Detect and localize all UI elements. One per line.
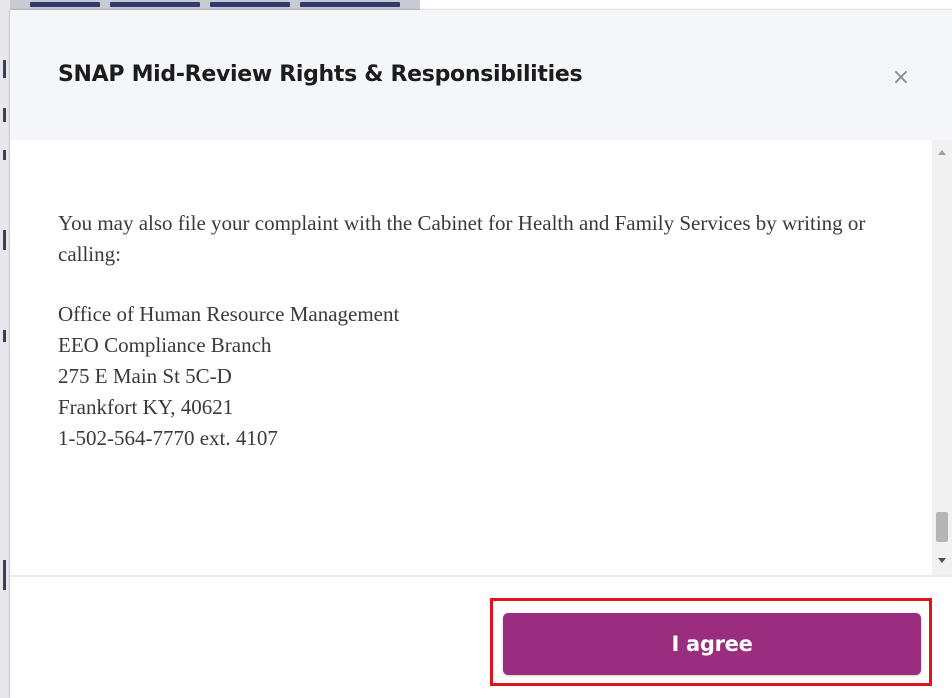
backdrop-page-header <box>0 0 420 10</box>
address-branch: EEO Compliance Branch <box>58 333 272 357</box>
backdrop-decoration <box>3 108 6 122</box>
address-office: Office of Human Resource Management <box>58 302 400 326</box>
modal-footer: I agree <box>10 577 952 698</box>
address-block: Office of Human Resource Management EEO … <box>58 299 918 454</box>
backdrop-decoration <box>300 2 400 7</box>
modal-scrollbar[interactable] <box>932 140 952 575</box>
backdrop-decoration <box>3 330 6 342</box>
modal-title: SNAP Mid-Review Rights & Responsibilitie… <box>58 62 583 87</box>
backdrop-decoration <box>210 2 290 7</box>
modal-body[interactable]: You may also file your complaint with th… <box>10 140 952 575</box>
address-phone: 1-502-564-7770 ext. 4107 <box>58 426 278 450</box>
backdrop-decoration <box>3 150 6 160</box>
agree-button[interactable]: I agree <box>503 613 921 675</box>
address-city: Frankfort KY, 40621 <box>58 395 234 419</box>
chevron-down-icon[interactable] <box>938 558 946 563</box>
scrollbar-thumb[interactable] <box>936 512 948 542</box>
backdrop-decoration <box>30 2 100 7</box>
address-street: 275 E Main St 5C-D <box>58 364 232 388</box>
screen: SNAP Mid-Review Rights & Responsibilitie… <box>0 0 952 698</box>
backdrop-decoration <box>3 60 6 78</box>
close-button[interactable]: × <box>888 65 914 91</box>
close-icon: × <box>891 65 911 90</box>
backdrop-decoration <box>110 2 200 7</box>
chevron-up-icon[interactable] <box>938 150 946 155</box>
backdrop-decoration <box>3 560 6 590</box>
modal-body-text: You may also file your complaint with th… <box>58 208 918 454</box>
modal-header: SNAP Mid-Review Rights & Responsibilitie… <box>10 10 952 140</box>
backdrop-decoration <box>3 230 6 250</box>
backdrop-page-edge <box>0 0 10 698</box>
complaint-paragraph: You may also file your complaint with th… <box>58 211 866 266</box>
rights-responsibilities-modal: SNAP Mid-Review Rights & Responsibilitie… <box>10 10 952 698</box>
